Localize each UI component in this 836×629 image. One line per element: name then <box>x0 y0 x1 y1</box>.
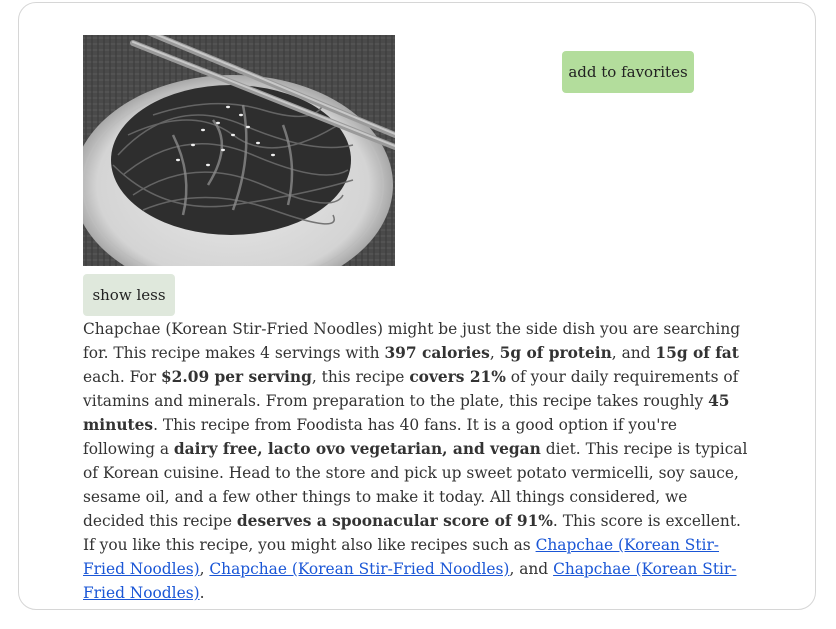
add-to-favorites-button[interactable]: add to favorites <box>562 51 694 93</box>
recipe-photo <box>83 35 395 266</box>
calories-value: 397 calories <box>384 344 490 362</box>
similar-recipe-link[interactable]: Chapchae (Korean Stir-Fried Noodles) <box>209 560 509 578</box>
summary-text: each. For <box>83 368 161 386</box>
show-less-button[interactable]: show less <box>83 274 175 316</box>
summary-text: , and <box>509 560 554 578</box>
fat-value: 15g of fat <box>655 344 739 362</box>
protein-value: 5g of protein <box>499 344 612 362</box>
recipe-card: add to favorites show less Chapchae (Kor… <box>18 2 816 610</box>
summary-text: , <box>199 560 210 578</box>
coverage-value: covers 21% <box>409 368 506 386</box>
score-value: deserves a spoonacular score of 91% <box>236 512 553 530</box>
diets-value: dairy free, lacto ovo vegetarian, and ve… <box>173 440 541 458</box>
noodle-dish-photo-icon <box>83 35 395 266</box>
summary-text: , this recipe <box>311 368 410 386</box>
summary-text: , <box>489 344 500 362</box>
cost-value: $2.09 per serving <box>160 368 312 386</box>
summary-text: . <box>199 584 205 602</box>
summary-text: , and <box>611 344 656 362</box>
recipe-summary: Chapchae (Korean Stir-Fried Noodles) mig… <box>83 317 751 605</box>
